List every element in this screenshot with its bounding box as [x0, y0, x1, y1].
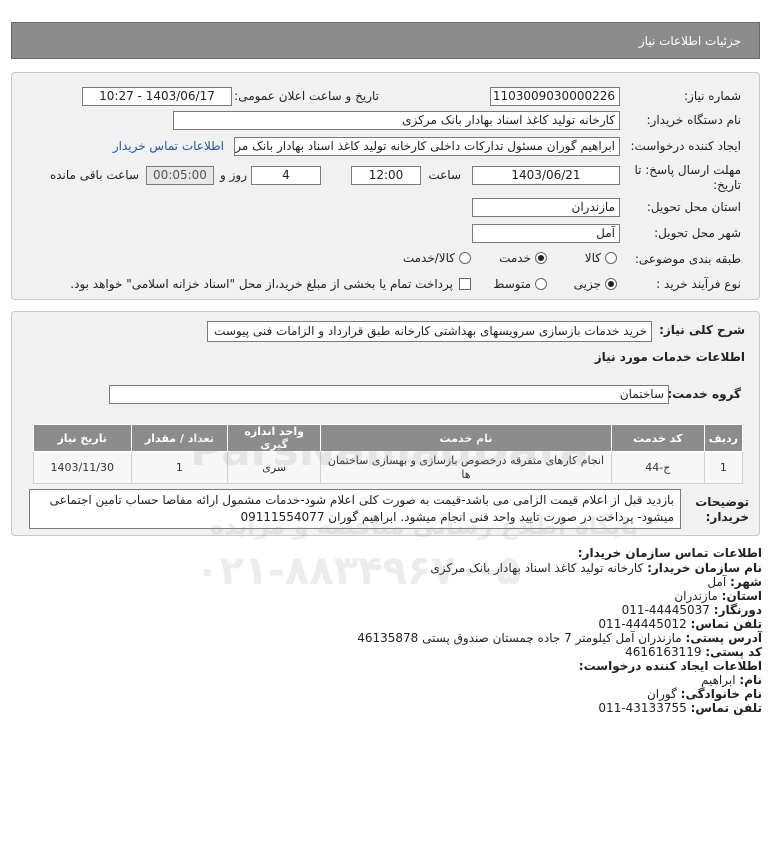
creator-heading: اطلاعات ایجاد کننده درخواست:: [578, 659, 762, 673]
col-row: ردیف: [703, 424, 744, 452]
cell-service-name: انجام کارهای متفرقه درخصوص بازسازی و بهس…: [320, 451, 612, 484]
buyer-org-label: نام دستگاه خریدار:: [646, 113, 742, 127]
deadline-time-field: 12:00: [351, 166, 421, 185]
category-radio-goods-service[interactable]: [459, 252, 471, 264]
col-service-code: کد خدمت: [610, 424, 705, 452]
service-group-label: گروه خدمت:: [667, 387, 741, 401]
contact-city-label: شهر:: [730, 575, 762, 589]
cell-need-date: 1403/11/30: [33, 451, 132, 484]
services-table: ردیف کد خدمت نام خدمت واحد اندازه گیری ت…: [33, 424, 744, 484]
col-unit: واحد اندازه گیری: [227, 424, 322, 452]
creator-phone: تلفن تماس: 011-43133755: [598, 701, 762, 715]
remaining-days-field: 4: [251, 166, 321, 185]
need-info-panel: شماره نیاز: 1103009030000226 تاریخ و ساع…: [11, 72, 760, 300]
need-detail-panel: شرح کلی نیاز: خرید خدمات بازسازی سرویسها…: [11, 311, 760, 536]
contact-fax-value: 011-44445037: [621, 603, 710, 617]
contact-postal: کد پستی: 4616163119: [625, 645, 762, 659]
contact-phone-value: 011-44445012: [598, 617, 687, 631]
creator-family-value: گوران: [646, 687, 677, 701]
contact-phone: تلفن تماس: 011-44445012: [598, 617, 762, 631]
deadline-time-label: ساعت: [428, 168, 461, 182]
deadline-label: مهلت ارسال پاسخ: تا تاریخ:: [634, 163, 741, 192]
contact-province: استان: مازندران: [674, 589, 762, 603]
need-number-field: 1103009030000226: [490, 87, 620, 106]
category-option-goods-service: کالا/خدمت: [402, 251, 455, 265]
cell-quantity: 1: [130, 451, 229, 484]
requester-label: ایجاد کننده درخواست:: [630, 139, 741, 153]
delivery-city-field: آمل: [472, 224, 620, 243]
announce-datetime-label: تاریخ و ساعت اعلان عمومی:: [234, 89, 379, 103]
contact-org: نام سازمان خریدار: کارخانه تولید کاغذ اس…: [430, 561, 762, 575]
contact-postal-label: کد پستی:: [705, 645, 762, 659]
remaining-time-label: ساعت باقی مانده: [49, 168, 139, 182]
contact-phone-label: تلفن تماس:: [690, 617, 762, 631]
creator-phone-label: تلفن تماس:: [690, 701, 762, 715]
contact-province-value: مازندران: [674, 589, 718, 603]
page-title-bar: جزئیات اطلاعات نیاز: [11, 22, 760, 59]
contact-org-value: کارخانه تولید کاغذ اسناد بهادار بانک مرک…: [430, 561, 644, 575]
buyer-notes-label: توضیحات خریدار:: [695, 495, 749, 524]
category-radio-goods[interactable]: [605, 252, 617, 264]
contact-city: شهر: آمل: [707, 575, 762, 589]
creator-family: نام خانوادگی: گوران: [647, 687, 762, 701]
contact-address: آدرس پستی: مازندران آمل کیلومتر 7 جاده چ…: [357, 631, 762, 645]
category-label: طبقه بندی موضوعی:: [634, 252, 741, 266]
need-number-label: شماره نیاز:: [684, 89, 741, 103]
contact-city-value: آمل: [707, 575, 727, 589]
remaining-time-field: 00:05:00: [146, 166, 214, 185]
delivery-province-field: مازندران: [472, 198, 620, 217]
table-row: 1 ج-44 انجام کارهای متفرقه درخصوص بازساز…: [33, 451, 744, 484]
contact-fax-label: دورنگار:: [713, 603, 762, 617]
col-quantity: تعداد / مقدار: [130, 424, 229, 452]
buyer-contact-link[interactable]: اطلاعات تماس خریدار: [113, 139, 224, 153]
delivery-province-label: استان محل تحویل:: [646, 200, 741, 214]
process-option-minor: جزیی: [573, 277, 601, 291]
process-option-medium: متوسط: [493, 277, 531, 291]
creator-family-label: نام خانوادگی:: [680, 687, 762, 701]
creator-name-label: نام:: [739, 673, 762, 687]
creator-name-value: ابراهیم: [700, 673, 736, 687]
requester-field: ابراهیم گوران مسئول تدارکات داخلی کارخان…: [234, 137, 620, 156]
category-option-goods: کالا: [584, 251, 601, 265]
services-heading: اطلاعات خدمات مورد نیاز: [594, 350, 745, 364]
creator-name: نام: ابراهیم: [701, 673, 762, 687]
page-title: جزئیات اطلاعات نیاز: [638, 34, 741, 48]
days-label: روز و: [220, 168, 247, 182]
delivery-city-label: شهر محل تحویل:: [654, 226, 741, 240]
category-radio-service[interactable]: [535, 252, 547, 264]
contact-postal-value: 4616163119: [625, 645, 702, 659]
contact-address-label: آدرس پستی:: [685, 631, 762, 645]
creator-phone-value: 011-43133755: [598, 701, 687, 715]
category-option-service: خدمت: [499, 251, 531, 265]
contact-heading: اطلاعات تماس سازمان خریدار:: [577, 546, 762, 560]
cell-service-code: ج-44: [610, 451, 705, 484]
deadline-date-field: 1403/06/21: [472, 166, 620, 185]
process-label: نوع فرآیند خرید :: [656, 277, 741, 291]
announce-datetime-field: 1403/06/17 - 10:27: [82, 87, 232, 106]
buyer-notes-field: بازدید قبل از اعلام قیمت الزامی می باشد-…: [29, 489, 681, 529]
treasury-payment-note: پرداخت تمام یا بخشی از مبلغ خرید،از محل …: [70, 277, 453, 291]
summary-label: شرح کلی نیاز:: [659, 323, 745, 337]
contact-org-label: نام سازمان خریدار:: [647, 561, 762, 575]
process-radio-minor[interactable]: [605, 278, 617, 290]
contact-fax: دورنگار: 011-44445037: [622, 603, 762, 617]
cell-unit: سری: [227, 451, 322, 484]
col-service-name: نام خدمت: [320, 424, 612, 452]
buyer-org-field: کارخانه تولید کاغذ اسناد بهادار بانک مرک…: [173, 111, 620, 130]
summary-field: خرید خدمات بازسازی سرویسهای بهداشتی کارخ…: [207, 321, 652, 342]
col-need-date: تاریخ نیاز: [33, 424, 132, 452]
process-radio-medium[interactable]: [535, 278, 547, 290]
contact-address-value: مازندران آمل کیلومتر 7 جاده چمستان صندوق…: [357, 631, 682, 645]
contact-province-label: استان:: [721, 589, 762, 603]
service-group-field: ساختمان: [109, 385, 669, 404]
treasury-payment-checkbox[interactable]: [459, 278, 471, 290]
cell-row: 1: [703, 451, 744, 484]
services-table-header: ردیف کد خدمت نام خدمت واحد اندازه گیری ت…: [33, 424, 744, 452]
